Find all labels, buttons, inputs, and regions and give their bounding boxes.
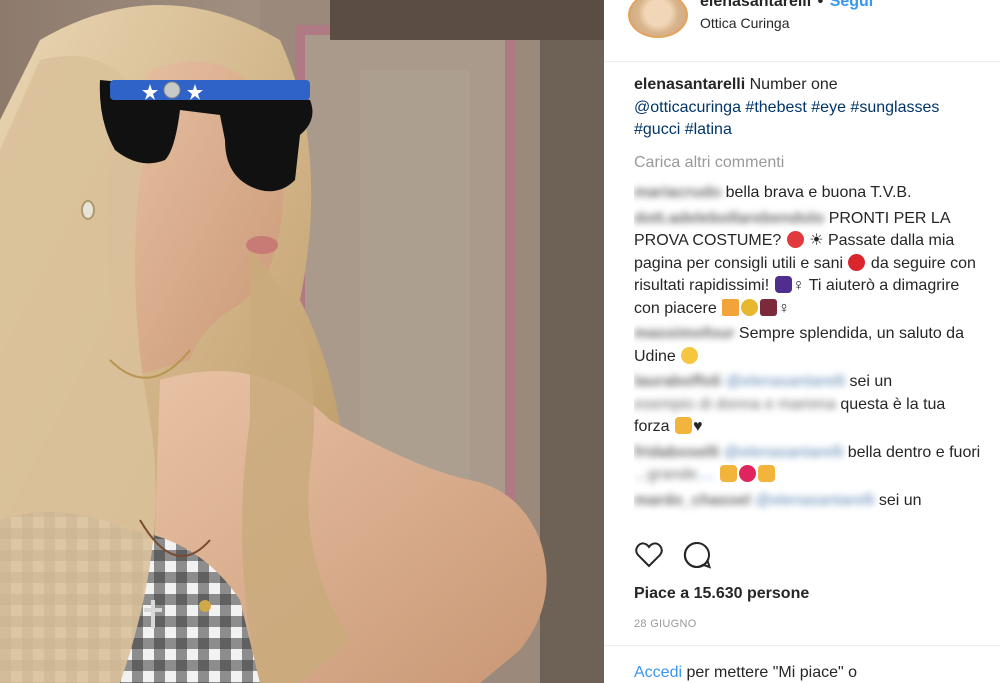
comment-item: lauraboffoli @elenasantarelli sei un ese…: [634, 371, 984, 439]
comments-list[interactable]: elenasantarelli Number one @otticacuring…: [634, 74, 984, 528]
comment-text: sei un: [878, 491, 922, 509]
comment-text: sei un: [849, 373, 893, 390]
post-date[interactable]: 28 GIUGNO: [634, 618, 697, 630]
post-image: [0, 0, 604, 683]
comment-text-blurred: ...grande: [634, 466, 698, 483]
caption-username[interactable]: elenasantarelli: [634, 76, 745, 93]
comment-text: bella brava e buona T.V.B.: [725, 184, 912, 201]
location-link[interactable]: Ottica Curinga: [700, 15, 789, 31]
login-text: per mettere "Mi piace" o: [686, 664, 858, 681]
heart-icon[interactable]: [634, 540, 664, 570]
caption-tag[interactable]: @otticacuringa: [634, 99, 741, 116]
comment-username[interactable]: dott.adelebollarebendolo: [634, 208, 824, 231]
comment-username[interactable]: mardo_chassel: [634, 490, 751, 513]
pizza-emoji-icon: [722, 298, 740, 316]
post-header: elenasantarelli • Segui Ottica Curinga: [604, 0, 1000, 62]
comment-item: dott.adelebollarebendolo PRONTI PER LA P…: [634, 208, 984, 321]
comment-item: mariacrudo bella brava e buona T.V.B.: [634, 182, 984, 205]
post-actions: [634, 540, 726, 574]
post-side-panel: elenasantarelli • Segui Ottica Curinga e…: [604, 0, 1000, 683]
victory-hand-emoji-icon: [758, 465, 776, 482]
likes-suffix: persone: [747, 585, 810, 602]
comment-item: fridaboselli @elenasantarelli bella dent…: [634, 442, 984, 487]
comment-text-blurred: ....: [697, 466, 715, 483]
caption-tag[interactable]: #eye: [811, 99, 846, 116]
avatar[interactable]: [628, 0, 688, 38]
comment-text: bella dentro e fuori: [847, 443, 981, 461]
comment-mention[interactable]: @elenasantarelli: [724, 442, 843, 465]
comment-username[interactable]: lauraboffoli: [634, 371, 721, 394]
comment-bubble-icon[interactable]: [682, 540, 712, 570]
post-photo[interactable]: [0, 0, 604, 683]
caption-tag[interactable]: #latina: [685, 121, 732, 138]
comment-username[interactable]: mariacrudo: [634, 182, 721, 205]
post-caption: elenasantarelli Number one @otticacuring…: [634, 74, 984, 142]
comment-mention[interactable]: @elenasantarelli: [726, 371, 845, 394]
login-link[interactable]: Accedi: [634, 664, 682, 681]
login-prompt: Accedi per mettere "Mi piace" o: [604, 645, 1000, 683]
muscle-emoji-icon: [720, 465, 738, 482]
likes-prefix: Piace a: [634, 585, 690, 602]
follow-button[interactable]: Segui: [830, 0, 874, 10]
bikini-emoji-icon: [786, 231, 804, 248]
caption-tag[interactable]: #sunglasses: [850, 99, 939, 116]
medal-emoji-icon: [741, 298, 759, 316]
heart-emoji-icon: ♥: [693, 418, 703, 435]
comment-item: massimofour Sempre splendida, un saluto …: [634, 323, 984, 368]
comment-username[interactable]: massimofour: [634, 323, 734, 346]
likes-line[interactable]: Piace a 15.630 persone: [634, 585, 809, 603]
caption-tag[interactable]: #thebest: [745, 99, 806, 116]
red-heart-emoji-icon: [739, 465, 757, 482]
caption-tag[interactable]: #gucci: [634, 121, 680, 138]
clap-emoji-icon: [675, 417, 693, 434]
load-more-comments-button[interactable]: Carica altri commenti: [634, 152, 984, 175]
header-username[interactable]: elenasantarelli: [700, 0, 811, 10]
comment-username[interactable]: fridaboselli: [634, 442, 719, 465]
comment-text: ♀: [778, 299, 791, 317]
comment-mention[interactable]: @elenasantarelli: [755, 490, 874, 513]
comment-item: mardo_chassel @elenasantarelli sei un: [634, 490, 984, 513]
runner-emoji-icon: [774, 276, 792, 293]
weightlifter-emoji-icon: [760, 298, 778, 316]
header-separator: •: [817, 0, 824, 10]
apple-emoji-icon: [848, 253, 866, 271]
comment-text-blurred: esempio di donna e mamma: [634, 395, 836, 413]
smiley-emoji-icon: [681, 346, 699, 364]
likes-count: 15.630: [693, 585, 743, 602]
caption-text: Number one: [749, 76, 838, 93]
header-user-line: elenasantarelli • Segui: [700, 0, 873, 11]
